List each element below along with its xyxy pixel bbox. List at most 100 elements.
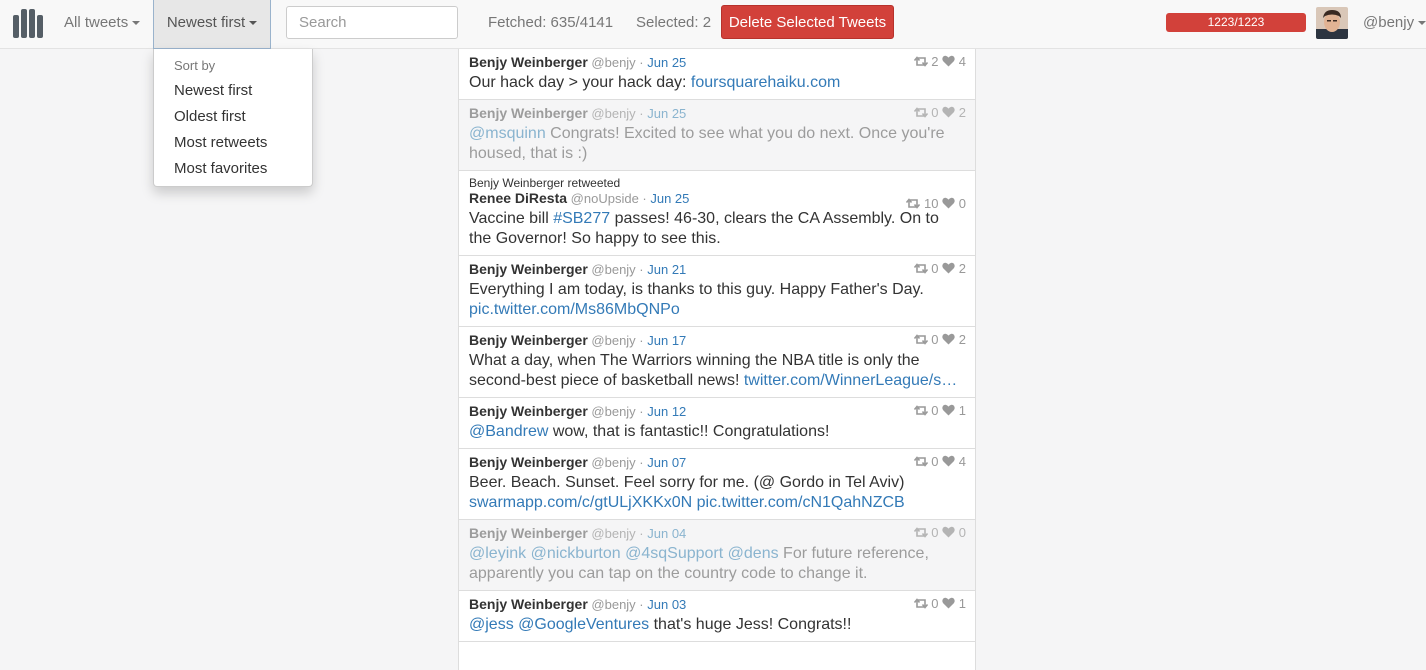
search-input[interactable] — [286, 6, 458, 39]
tweet-text-segment: For future reference, — [778, 545, 929, 562]
tweet-row[interactable]: Benjy Weinberger @benjy · Jun 12 0 1 @Ban… — [459, 398, 975, 449]
author-handle[interactable]: @benjy — [591, 597, 635, 612]
tweet-text-line: Our hack day > your hack day: foursquare… — [469, 73, 966, 93]
tweet-link[interactable]: @GoogleVentures — [518, 616, 649, 633]
sort-option-favorites[interactable]: Most favorites — [174, 160, 267, 177]
author-handle[interactable]: @benjy — [591, 262, 635, 277]
tweet-stats: 10 0 — [906, 196, 966, 211]
sort-dropdown-menu: Sort by Newest first Oldest first Most r… — [153, 49, 313, 187]
tweet-date-link[interactable]: Jun 04 — [647, 526, 686, 541]
sort-option-oldest[interactable]: Oldest first — [174, 108, 246, 125]
retweet-count: 0 — [931, 403, 939, 418]
tweet-link[interactable]: @dens — [728, 545, 779, 562]
tweet-text-segment: Congrats! Excited to see what you do nex… — [545, 125, 945, 142]
separator-dot: · — [635, 106, 648, 121]
all-tweets-filter[interactable]: All tweets — [64, 0, 141, 48]
author-name[interactable]: Benjy Weinberger — [469, 332, 588, 348]
sort-option-retweets[interactable]: Most retweets — [174, 134, 267, 151]
author-name[interactable]: Benjy Weinberger — [469, 403, 588, 419]
author-handle[interactable]: @benjy — [591, 526, 635, 541]
tweet-date-link[interactable]: Jun 25 — [647, 106, 686, 121]
author-name[interactable]: Benjy Weinberger — [469, 54, 588, 70]
retweet-icon — [913, 105, 928, 120]
tweet-link[interactable]: @4sqSupport — [625, 545, 723, 562]
heart-icon — [942, 525, 955, 540]
tweet-date-link[interactable]: Jun 21 — [647, 262, 686, 277]
tweet-row[interactable]: Benjy Weinberger @benjy · Jun 17 0 2 What… — [459, 327, 975, 398]
author-handle[interactable]: @benjy — [591, 404, 635, 419]
author-handle[interactable]: @benjy — [591, 106, 635, 121]
top-navbar: All tweets Newest first Fetched: 635/414… — [0, 0, 1426, 49]
tweet-date-link[interactable]: Jun 25 — [647, 55, 686, 70]
like-count: 1 — [958, 596, 966, 611]
author-name[interactable]: Benjy Weinberger — [469, 525, 588, 541]
tweet-text: Beer. Beach. Sunset. Feel sorry for me. … — [469, 473, 966, 519]
tweet-row[interactable]: Benjy Weinberger @benjy · Jun 03 0 1 @jes… — [459, 591, 975, 642]
tweet-link[interactable]: foursquarehaiku.com — [691, 74, 840, 91]
tweet-header: Benjy Weinberger @benjy · Jun 21 — [469, 261, 966, 278]
heart-icon — [942, 54, 955, 69]
delete-selected-button[interactable]: Delete Selected Tweets — [721, 5, 894, 39]
tweet-link[interactable]: pic.twitter.com/Ms86MbQNPo — [469, 301, 680, 318]
tweet-row[interactable]: Benjy Weinberger @benjy · Jun 07 0 4 Beer… — [459, 449, 975, 520]
tweet-link[interactable]: pic.twitter.com/cN1QahNZCB — [697, 494, 905, 511]
author-name[interactable]: Benjy Weinberger — [469, 596, 588, 612]
tweet-text-segment: wow, that is fantastic!! Congratulations… — [548, 423, 830, 440]
tweet-row[interactable]: Benjy Weinberger retweeted Renee DiResta … — [459, 171, 975, 256]
tweet-row[interactable]: Benjy Weinberger @benjy · Jun 25 2 4 Our … — [459, 49, 975, 100]
tweet-stats: 2 4 — [913, 54, 966, 69]
tweet-date-link[interactable]: Jun 17 — [647, 333, 686, 348]
tweet-link[interactable]: @Bandrew — [469, 423, 548, 440]
fetched-count: Fetched: 635/4141 — [488, 14, 614, 31]
tweet-text: @Bandrew wow, that is fantastic!! Congra… — [469, 422, 966, 448]
tweet-link[interactable]: twitter.com/WinnerLeague/s… — [744, 372, 957, 389]
tweet-link[interactable]: @nickburton — [531, 545, 621, 562]
author-handle[interactable]: @noUpside — [571, 191, 639, 206]
author-handle[interactable]: @benjy — [591, 333, 635, 348]
author-name[interactable]: Benjy Weinberger — [469, 261, 588, 277]
tweet-date-link[interactable]: Jun 03 — [647, 597, 686, 612]
tweet-link[interactable]: @leyink — [469, 545, 526, 562]
tweet-row[interactable]: Benjy Weinberger @benjy · Jun 25 0 2 @msq… — [459, 100, 975, 171]
author-name[interactable]: Benjy Weinberger — [469, 105, 588, 121]
tweet-text: Everything I am today, is thanks to this… — [469, 280, 966, 326]
author-name[interactable]: Renee DiResta — [469, 190, 567, 206]
tweet-link[interactable]: @msquinn — [469, 125, 546, 142]
chevron-down-icon — [132, 21, 141, 26]
tweet-list: Benjy Weinberger @benjy · Jun 25 2 4 Our … — [458, 49, 976, 670]
user-menu[interactable]: @benjy — [1363, 0, 1426, 46]
tweet-header: Renee DiResta @noUpside · Jun 25 — [469, 190, 966, 207]
app-logo-icon[interactable] — [12, 7, 44, 39]
tweet-text-segment: apparently you can tap on the country co… — [469, 565, 868, 582]
tweet-text-line: Vaccine bill #SB277 passes! 46-30, clear… — [469, 209, 966, 229]
all-tweets-label: All tweets — [64, 14, 129, 31]
tweet-row[interactable]: Benjy Weinberger @benjy · Jun 21 0 2 Ever… — [459, 256, 975, 327]
heart-icon — [942, 332, 955, 347]
retweet-icon — [913, 596, 928, 611]
avatar[interactable] — [1316, 7, 1348, 39]
separator-dot: · — [635, 262, 648, 277]
tweet-date-link[interactable]: Jun 07 — [647, 455, 686, 470]
tweet-date-link[interactable]: Jun 25 — [650, 191, 689, 206]
tweet-text-line: pic.twitter.com/Ms86MbQNPo — [469, 300, 966, 320]
sort-option-newest[interactable]: Newest first — [174, 82, 252, 99]
tweet-link[interactable]: @jess — [469, 616, 514, 633]
like-count: 2 — [958, 332, 966, 347]
tweet-link[interactable]: #SB277 — [553, 210, 610, 227]
heart-icon — [942, 454, 955, 469]
author-handle[interactable]: @benjy — [591, 55, 635, 70]
tweet-header: Benjy Weinberger @benjy · Jun 07 — [469, 454, 966, 471]
author-handle[interactable]: @benjy — [591, 455, 635, 470]
sort-dropdown-toggle[interactable]: Newest first — [153, 0, 271, 49]
author-name[interactable]: Benjy Weinberger — [469, 454, 588, 470]
tweet-link[interactable]: swarmapp.com/c/gtULjXKKx0N — [469, 494, 692, 511]
like-count: 2 — [958, 105, 966, 120]
tweet-stats: 0 1 — [913, 596, 966, 611]
tweet-date-link[interactable]: Jun 12 — [647, 404, 686, 419]
selected-count: Selected: 2 — [636, 14, 712, 31]
tweet-text: What a day, when The Warriors winning th… — [469, 351, 966, 397]
tweet-stats: 0 2 — [913, 332, 966, 347]
chevron-down-icon — [249, 21, 258, 26]
tweet-row[interactable]: Benjy Weinberger @benjy · Jun 04 0 0 @ley… — [459, 520, 975, 591]
retweet-count: 10 — [924, 196, 939, 211]
